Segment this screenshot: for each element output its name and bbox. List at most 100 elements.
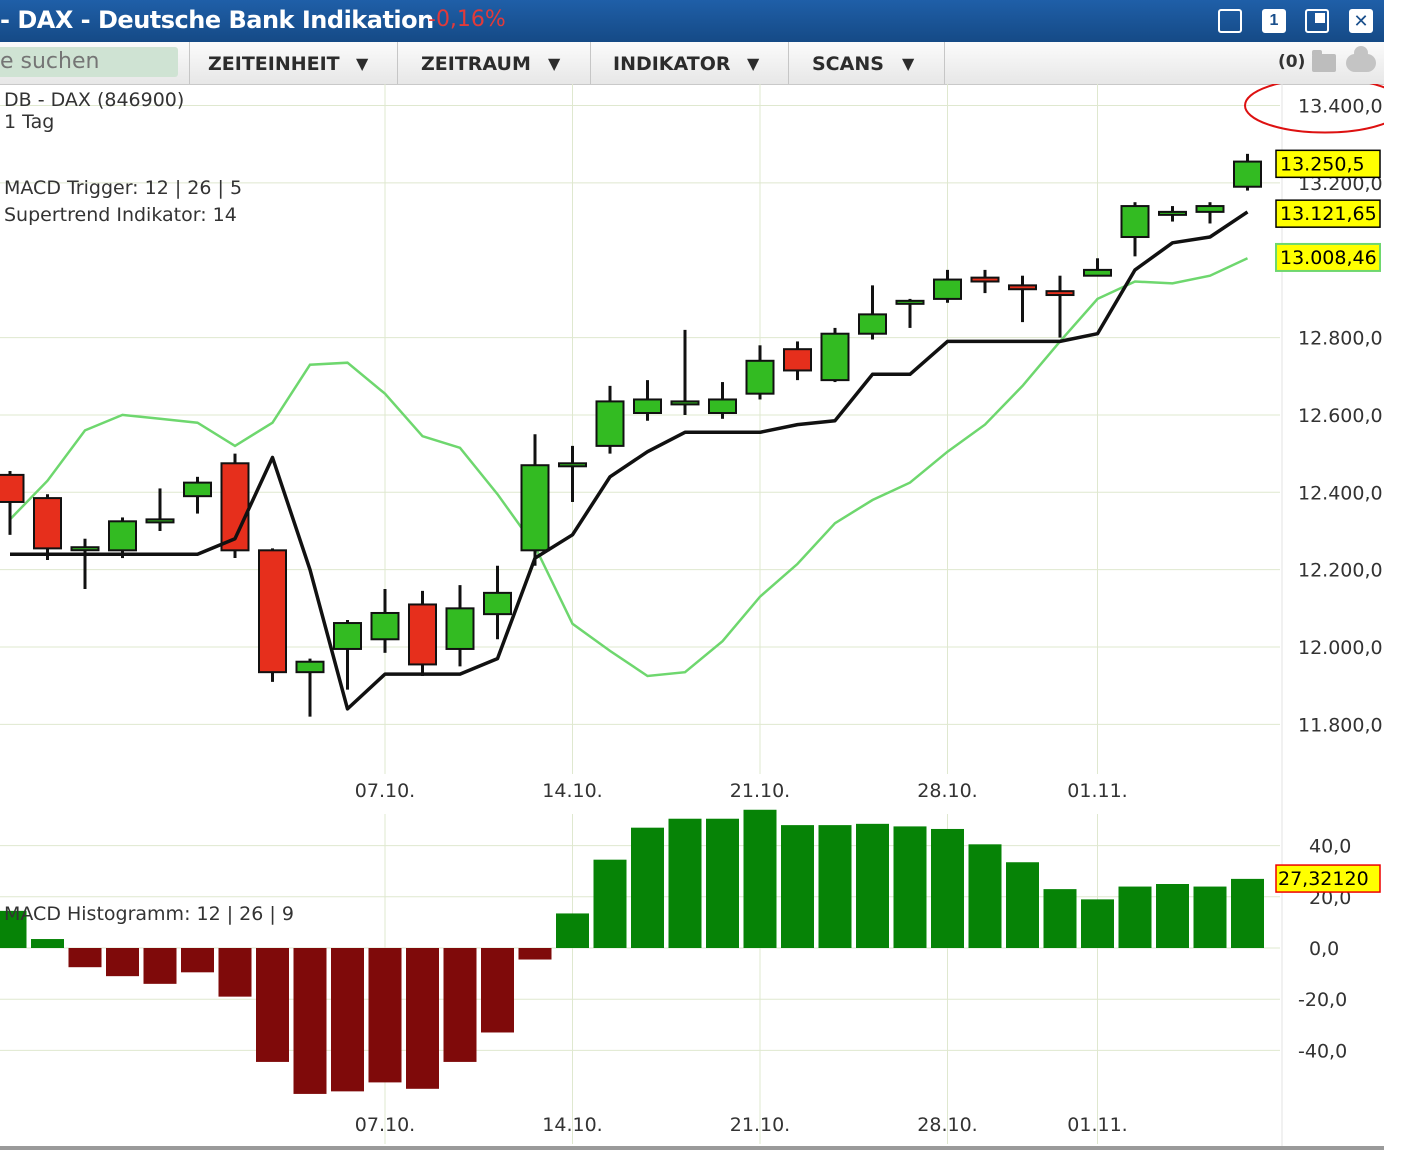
- candle-up: [895, 299, 925, 305]
- histogram-bar: [293, 948, 327, 1094]
- menu-zeiteinheit[interactable]: ZEITEINHEIT ▼: [189, 42, 397, 84]
- candle-down: [1008, 284, 1037, 291]
- y-tick-label: 11.800,0: [1298, 714, 1383, 736]
- candle-up: [858, 313, 887, 335]
- histogram-bar: [893, 826, 927, 948]
- y-tick-label: 12.800,0: [1298, 328, 1383, 350]
- histogram-bar: [818, 825, 852, 948]
- legend-supertrend: Supertrend Indikator: 14: [4, 204, 237, 226]
- folder-icon[interactable]: [1312, 50, 1336, 72]
- candle-up: [1120, 205, 1150, 239]
- candle-up: [933, 278, 962, 300]
- supertrend-value-label: 13.121,65: [1280, 203, 1377, 225]
- histogram-bar: [518, 948, 552, 960]
- restore-icon[interactable]: [1305, 9, 1329, 33]
- histogram-bar: [931, 828, 964, 948]
- histogram-bar: [781, 825, 814, 948]
- last-price-label: 13.250,5: [1280, 153, 1365, 175]
- candle-up: [708, 398, 737, 415]
- y-tick-label: -40,0: [1298, 1040, 1347, 1062]
- menu-label: ZEITRAUM: [421, 53, 531, 75]
- candle-up: [108, 520, 137, 552]
- histogram-bar: [1006, 862, 1039, 948]
- maximize-icon[interactable]: [1218, 9, 1242, 33]
- histogram-bar: [406, 948, 439, 1089]
- change-percent: -0,16%: [428, 7, 506, 32]
- x-tick-label: 01.11.: [1067, 1114, 1127, 1136]
- legend-symbol: DB - DAX (846900): [4, 89, 184, 111]
- x-tick-label: 07.10.: [355, 780, 415, 802]
- histogram-bar: [1118, 886, 1152, 948]
- histogram-bar: [593, 859, 627, 948]
- supertrend-line: [10, 210, 1249, 711]
- candlesticks: [0, 153, 1262, 717]
- candle-up: [1158, 210, 1187, 216]
- candle-up: [820, 332, 850, 382]
- histogram-bar: [218, 948, 252, 997]
- x-tick-label: 21.10.: [730, 780, 790, 802]
- macd-trigger-value-label: 13.008,46: [1280, 247, 1377, 269]
- histogram-bar: [181, 948, 214, 973]
- price-grid: [0, 84, 1283, 1146]
- menu-label: SCANS: [812, 53, 884, 75]
- candle-up: [483, 591, 512, 616]
- histogram-bar: [443, 948, 477, 1062]
- x-tick-label: 28.10.: [917, 1114, 977, 1136]
- histogram-bar: [1043, 889, 1077, 948]
- x-tick-label: 07.10.: [355, 1114, 415, 1136]
- y-tick-label: -20,0: [1298, 989, 1347, 1011]
- y-tick-label: 40,0: [1309, 836, 1351, 858]
- candle-up: [295, 660, 325, 674]
- x-tick-label: 21.10.: [730, 1114, 790, 1136]
- y-tick-label: 0,0: [1309, 938, 1339, 960]
- candle-up: [633, 398, 662, 415]
- candle-up: [558, 462, 587, 468]
- toolbar: ZEITEINHEIT ▼ ZEITRAUM ▼ INDIKATOR ▼ SCA…: [0, 42, 1384, 85]
- y-tick-label: 12.200,0: [1298, 560, 1383, 582]
- candle-up: [520, 464, 550, 552]
- candle-up: [370, 611, 400, 641]
- bottom-border: [0, 1146, 1384, 1150]
- y-tick-label: 12.600,0: [1298, 405, 1383, 427]
- candle-up: [145, 518, 175, 524]
- chevron-down-icon: ▼: [356, 54, 369, 73]
- legend-timeframe: 1 Tag: [4, 111, 54, 133]
- menu-zeitraum[interactable]: ZEITRAUM ▼: [397, 42, 590, 84]
- histogram-bar: [368, 948, 402, 1083]
- macd-trigger-path: [9, 257, 1249, 678]
- candle-up: [595, 400, 625, 447]
- histogram-bar: [143, 948, 177, 984]
- histogram-bar: [1156, 884, 1189, 948]
- candle-up: [1195, 205, 1225, 213]
- menu-indikator[interactable]: INDIKATOR ▼: [590, 42, 788, 84]
- legend-histogram: MACD Histogramm: 12 | 26 | 9: [4, 903, 294, 925]
- histogram-bars: [0, 809, 1264, 1094]
- layout-one-button[interactable]: 1: [1262, 9, 1286, 33]
- candle-up: [1233, 160, 1262, 188]
- x-tick-label: 28.10.: [917, 780, 977, 802]
- histogram-bar: [1081, 899, 1114, 948]
- y-tick-label: 12.000,0: [1298, 637, 1383, 659]
- chevron-down-icon: ▼: [747, 54, 760, 73]
- menu-label: INDIKATOR: [613, 53, 731, 75]
- price-axis: 13.400,013.200,012.800,012.600,012.400,0…: [1298, 96, 1383, 737]
- chevron-down-icon: ▼: [548, 54, 561, 73]
- search-input[interactable]: [0, 47, 178, 77]
- candle-down: [33, 497, 62, 550]
- histogram-bar: [1231, 878, 1264, 948]
- candle-up: [70, 546, 100, 552]
- window-title: - DAX - Deutsche Bank Indikation: [0, 6, 434, 34]
- chart-area[interactable]: 13.400,013.200,012.800,012.600,012.400,0…: [0, 84, 1384, 1149]
- histogram-bar: [481, 948, 514, 1033]
- candle-up: [183, 481, 212, 498]
- candle-down: [258, 549, 287, 674]
- cloud-icon[interactable]: [1346, 46, 1376, 72]
- candle-up: [670, 400, 700, 406]
- y-tick-label: 12.400,0: [1298, 482, 1383, 504]
- watchlist-counter[interactable]: (0): [1278, 52, 1305, 72]
- menu-scans[interactable]: SCANS ▼: [788, 42, 945, 84]
- histogram-bar: [631, 827, 664, 948]
- close-icon[interactable]: ✕: [1349, 9, 1373, 33]
- histogram-bar: [856, 823, 889, 948]
- histogram-bar: [331, 948, 364, 1092]
